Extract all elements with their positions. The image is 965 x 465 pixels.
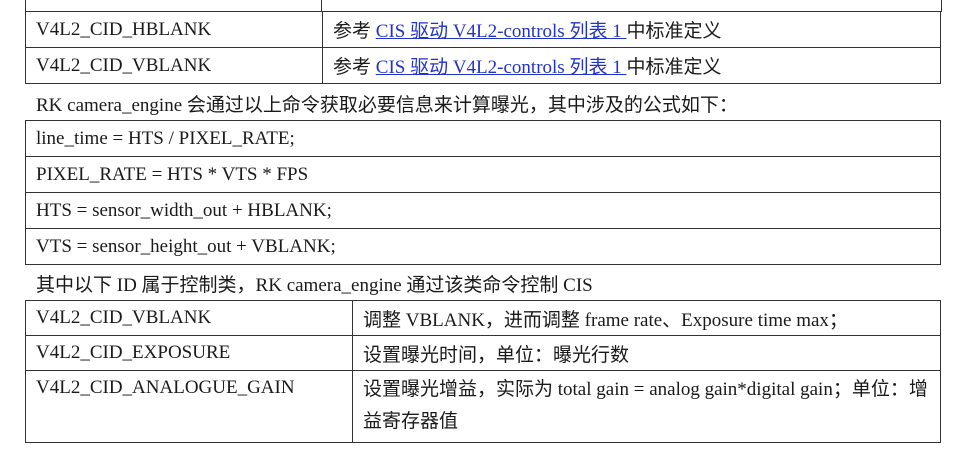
table-row: VTS = sensor_height_out + VBLANK; — [25, 228, 941, 265]
table-row: PIXEL_RATE = HTS * VTS * FPS — [25, 156, 941, 193]
cid-name-cell: V4L2_CID_VBLANK — [25, 300, 353, 336]
table-row: V4L2_CID_HBLANK 参考 CIS 驱动 V4L2-controls … — [25, 11, 941, 48]
formula-cell: VTS = sensor_height_out + VBLANK; — [25, 228, 941, 265]
cid-name-cell: V4L2_CID_EXPOSURE — [25, 335, 353, 371]
table-row: V4L2_CID_VBLANK 调整 VBLANK，进而调整 frame rat… — [25, 300, 941, 336]
formula-cell: HTS = sensor_width_out + HBLANK; — [25, 192, 941, 229]
document-page: V4L2_CID_HBLANK 参考 CIS 驱动 V4L2-controls … — [0, 0, 965, 465]
table-row: V4L2_CID_ANALOGUE_GAIN 设置曝光增益，实际为 total … — [25, 370, 941, 443]
cid-name-cell: V4L2_CID_VBLANK — [25, 47, 323, 84]
desc-prefix: 参考 — [333, 21, 376, 42]
table-row: V4L2_CID_EXPOSURE 设置曝光时间，单位：曝光行数 — [25, 335, 941, 371]
cid-desc-cell: 设置曝光时间，单位：曝光行数 — [352, 335, 941, 371]
cid-name-cell: V4L2_CID_HBLANK — [25, 11, 323, 48]
table-row: line_time = HTS / PIXEL_RATE; — [25, 120, 941, 157]
table-row: HTS = sensor_width_out + HBLANK; — [25, 192, 941, 229]
cis-controls-link[interactable]: CIS 驱动 V4L2-controls 列表 1 — [376, 57, 627, 78]
exposure-formula-intro: RK camera_engine 会通过以上命令获取必要信息来计算曝光，其中涉及… — [36, 95, 738, 116]
formula-cell: PIXEL_RATE = HTS * VTS * FPS — [25, 156, 941, 193]
formula-table: line_time = HTS / PIXEL_RATE; PIXEL_RATE… — [25, 120, 941, 265]
cid-desc-cell: 参考 CIS 驱动 V4L2-controls 列表 1 中标准定义 — [322, 11, 941, 48]
table-row: V4L2_CID_VBLANK 参考 CIS 驱动 V4L2-controls … — [25, 47, 941, 84]
control-ids-intro: 其中以下 ID 属于控制类，RK camera_engine 通过该类命令控制 … — [36, 275, 593, 296]
control-id-table: V4L2_CID_VBLANK 调整 VBLANK，进而调整 frame rat… — [25, 300, 941, 443]
cid-desc-cell: 参考 CIS 驱动 V4L2-controls 列表 1 中标准定义 — [322, 47, 941, 84]
cis-controls-link[interactable]: CIS 驱动 V4L2-controls 列表 1 — [376, 21, 627, 42]
cid-name-cell: V4L2_CID_ANALOGUE_GAIN — [25, 370, 353, 443]
desc-suffix: 中标准定义 — [626, 57, 722, 78]
desc-suffix: 中标准定义 — [626, 21, 722, 42]
desc-prefix: 参考 — [333, 57, 376, 78]
cid-desc-cell: 设置曝光增益，实际为 total gain = analog gain*digi… — [352, 370, 941, 443]
formula-cell: line_time = HTS / PIXEL_RATE; — [25, 120, 941, 157]
cid-reference-table: V4L2_CID_HBLANK 参考 CIS 驱动 V4L2-controls … — [25, 11, 941, 84]
cid-desc-cell: 调整 VBLANK，进而调整 frame rate、Exposure time … — [352, 300, 941, 336]
